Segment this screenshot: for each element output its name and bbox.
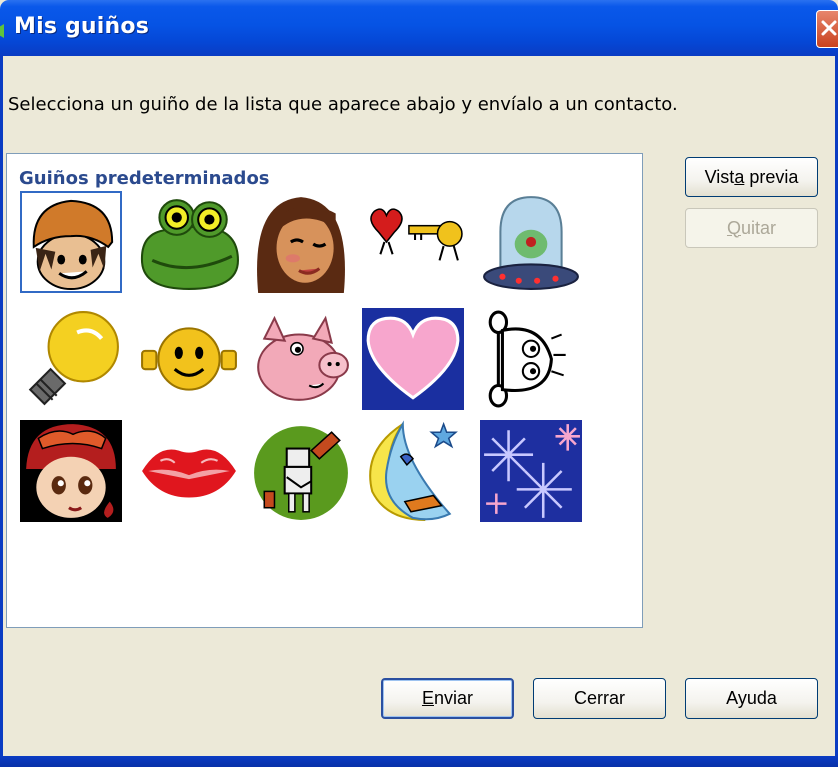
- send-button[interactable]: Enviar: [381, 678, 514, 719]
- window-bottom-border: [0, 756, 838, 767]
- close-icon: [821, 20, 837, 36]
- wink-item[interactable]: [20, 191, 122, 293]
- wink-item[interactable]: [480, 308, 582, 410]
- moon-star-icon: [362, 420, 464, 522]
- window-left-border: [0, 56, 3, 756]
- help-button-label: Ayuda: [726, 688, 777, 708]
- lightbulb-icon: [20, 308, 122, 410]
- wink-item[interactable]: [362, 420, 464, 522]
- wink-item[interactable]: [138, 191, 240, 293]
- close-window-button[interactable]: [816, 10, 838, 48]
- winks-list[interactable]: Guiños predeterminados: [6, 153, 643, 628]
- close-button[interactable]: Cerrar: [533, 678, 666, 719]
- title-bar[interactable]: Mis guiños: [0, 0, 838, 56]
- smiley-face-icon: [138, 308, 240, 410]
- close-button-label: Cerrar: [573, 688, 625, 708]
- preview-button[interactable]: Vista previa: [685, 157, 818, 197]
- window-title: Mis guiños: [14, 14, 150, 39]
- pig-icon: [250, 308, 352, 410]
- heart-and-key-icon: [362, 191, 464, 293]
- wink-item[interactable]: [480, 420, 582, 522]
- sparkles-icon: [480, 420, 582, 522]
- wink-item[interactable]: [480, 191, 582, 293]
- boy-orange-beanie-icon: [22, 193, 120, 291]
- preview-label-text: Vista previa: [704, 166, 799, 187]
- wink-item[interactable]: [250, 308, 352, 410]
- peeking-face-icon: [480, 308, 582, 410]
- wink-item[interactable]: [250, 420, 352, 522]
- wink-item[interactable]: [138, 308, 240, 410]
- remove-button-label: Quitar: [726, 217, 777, 238]
- accesskey-underline: a: [734, 166, 745, 187]
- alien-ufo-icon: [480, 191, 582, 293]
- girl-red-beanie-icon: [20, 420, 122, 522]
- lips-kiss-icon: [138, 420, 240, 522]
- wink-item[interactable]: [362, 191, 464, 293]
- wink-item[interactable]: [20, 308, 122, 410]
- preview-button-label: Vista previa: [686, 167, 817, 188]
- wink-item[interactable]: [250, 191, 352, 293]
- help-button[interactable]: Ayuda: [685, 678, 818, 719]
- pink-heart-icon: [362, 308, 464, 410]
- send-button-label: Enviar: [421, 688, 474, 708]
- winking-girl-icon: [250, 191, 352, 293]
- app-icon: [0, 24, 4, 38]
- frog-icon: [138, 191, 240, 293]
- wink-item[interactable]: [362, 308, 464, 410]
- remove-button[interactable]: Quitar: [685, 208, 818, 248]
- accesskey-underline: Q: [726, 217, 741, 238]
- instruction-text: Selecciona un guiño de la lista que apar…: [8, 94, 678, 115]
- dialog-window: Mis guiños Selecciona un guiño de la lis…: [0, 0, 838, 767]
- accesskey-underline: E: [421, 688, 434, 708]
- wink-item[interactable]: [138, 420, 240, 522]
- robot-guitar-icon: [250, 420, 352, 522]
- wink-item[interactable]: [20, 420, 122, 522]
- group-label: Guiños predeterminados: [19, 168, 270, 189]
